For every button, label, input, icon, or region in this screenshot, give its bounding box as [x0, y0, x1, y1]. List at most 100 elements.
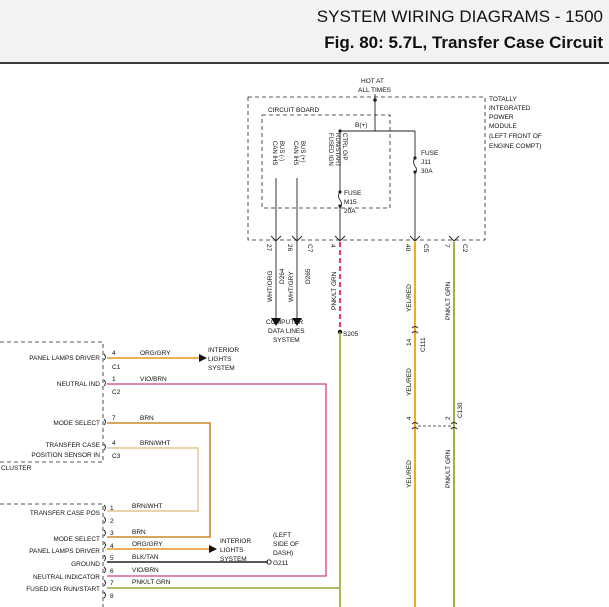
pin-number: 4 — [112, 350, 116, 357]
wire-color-label: WHT/GRY — [288, 271, 295, 302]
tipm-label-line: MODULE — [489, 123, 517, 130]
wire-color-label: WHT/ORG — [267, 271, 274, 302]
b-plus-node — [373, 98, 377, 102]
connector-id: C1 — [112, 364, 121, 371]
wire-color-label: BRN/WHT — [132, 503, 162, 510]
fused-ign-label: CTRL O/P — [341, 133, 347, 160]
tipm-label-line: (LEFT FRONT OF — [489, 133, 542, 140]
fuse-m15-id: M15 — [344, 199, 357, 206]
pin-number: 6 — [110, 568, 114, 575]
switch-pin-name: TRANSFER CASE POS — [30, 510, 101, 517]
cluster-pin-name: TRANSFER CASE — [45, 442, 100, 449]
switch-connectors — [103, 504, 106, 599]
can-bus-wires: WHT/ORG D264 WHT/GRY D265 COMPUTER DATA … — [266, 241, 312, 344]
switch-pin-name: GROUND — [71, 561, 100, 568]
wire-color-label: YEL/RED — [406, 284, 413, 312]
ground-note: SIDE OF — [273, 541, 299, 548]
tipm-module: CIRCUIT BOARD B(+) HOT AT ALL TIMES TOTA… — [247, 78, 542, 253]
wire-color-label: ORG/GRY — [140, 350, 171, 357]
pin-number: 7 — [110, 580, 114, 587]
pin-number: 26 — [286, 244, 293, 252]
pin-number: 27 — [265, 244, 272, 252]
wire-color-label: YEL/RED — [406, 368, 413, 396]
ground-note: (LEFT — [273, 532, 291, 539]
circuit-board-label: CIRCUIT BOARD — [268, 107, 319, 114]
connector-id: C5 — [422, 244, 429, 253]
arrow-interior-lights-switch — [209, 545, 217, 553]
wire-color-label: PNK/LT GRN — [331, 271, 338, 310]
fused-ign-label: RUN/START — [334, 133, 340, 167]
can-minus-label: BUS (-) — [278, 141, 284, 161]
pin-number: 8 — [110, 593, 114, 600]
pin-number: 2 — [110, 518, 114, 525]
switch-pin-name: NEUTRAL INDICATOR — [33, 574, 100, 581]
pin-number: 40 — [404, 244, 411, 252]
hot-at-label: HOT AT — [361, 78, 384, 85]
connector-id: C2 — [461, 244, 468, 253]
transfer-case-switch: TRANSFER CASE POS MODE SELECT PANEL LAMP… — [0, 503, 340, 607]
interior-lights-label: INTERIOR — [220, 538, 251, 545]
tipm-label-line: TOTALLY — [489, 96, 517, 103]
tipm-description: TOTALLY INTEGRATED POWER MODULE (LEFT FR… — [489, 96, 542, 150]
switch-pin-name: PANEL LAMPS DRIVER — [29, 548, 100, 555]
circuit-id-label: D265 — [305, 268, 312, 284]
pin-number: 3 — [110, 530, 114, 537]
computer-data-lines-label: COMPUTER — [266, 319, 304, 326]
cluster-connectors — [103, 353, 106, 451]
all-times-label: ALL TIMES — [358, 87, 392, 94]
wire-color-label: VIO/BRN — [140, 376, 167, 383]
wire-color-label: BRN/WHT — [140, 440, 170, 447]
pin-number: 14 — [406, 338, 413, 346]
pin-number: 1 — [110, 505, 114, 512]
fuse-j11-rating: 30A — [421, 168, 433, 175]
circuit-board-outline — [261, 114, 391, 209]
fuse-j11-label: FUSE — [421, 150, 439, 157]
pin-number: 2 — [445, 416, 452, 420]
tipm-label-line: ENGINE COMPT) — [489, 143, 541, 150]
wire-color-label: VIO/BRN — [132, 567, 159, 574]
fused-ign-label: FUSED IGN — [327, 133, 333, 166]
pnk-lt-grn-c2-wire: PNK/LT GRN PNK/LT GRN 2 C130 — [445, 242, 464, 607]
cluster-pin-name: MODE SELECT — [53, 420, 100, 427]
fused-ign-wire: S205 PNK/LT GRN — [331, 242, 359, 607]
splice-label: S205 — [343, 331, 359, 338]
pin-number: 1 — [112, 376, 116, 383]
computer-data-lines-label: DATA LINES — [268, 328, 305, 335]
wiring-diagram: CIRCUIT BOARD B(+) HOT AT ALL TIMES TOTA… — [0, 78, 542, 607]
interior-lights-label: SYSTEM — [208, 365, 235, 372]
can-plus-label: BUS (+) — [299, 141, 305, 163]
wire-color-label: BRN — [140, 415, 154, 422]
tipm-label-line: POWER — [489, 114, 514, 121]
pin-number: 7 — [443, 244, 450, 248]
fuse-m15-top — [338, 190, 342, 194]
circuit-id-label: D264 — [279, 268, 286, 284]
arrow-interior-lights — [199, 354, 207, 362]
cluster-label: CLUSTER — [1, 465, 32, 472]
wire-color-label: ORG/GRY — [132, 541, 163, 548]
interior-lights-label: LIGHTS — [208, 356, 232, 363]
can-minus-label: CAN IHS — [271, 141, 277, 165]
cluster-pin-name: PANEL LAMPS DRIVER — [29, 355, 100, 362]
tipm-label-line: INTEGRATED — [489, 105, 531, 112]
wire-brn-wht — [107, 447, 199, 512]
pin-number: 4 — [329, 244, 336, 248]
switch-pin-name: MODE SELECT — [53, 536, 100, 543]
tipm-outline — [247, 96, 486, 241]
wire-color-label: BLK/TAN — [132, 554, 159, 561]
fuse-j11-top — [413, 156, 417, 160]
computer-data-lines-label: SYSTEM — [273, 337, 300, 344]
connector-id: C7 — [306, 244, 313, 253]
connector-id: C2 — [112, 389, 121, 396]
interior-lights-label: INTERIOR — [208, 347, 239, 354]
connector-id: C111 — [420, 337, 427, 352]
ground-note: DASH) — [273, 550, 293, 557]
switch-pin-name: FUSED IGN RUN/START — [26, 586, 100, 593]
cluster-pin-name: POSITION SENSOR IN — [31, 452, 100, 459]
connector-id: C3 — [112, 453, 121, 460]
fuse-m15-label: FUSE — [344, 190, 362, 197]
pin-number: 4 — [406, 416, 413, 420]
fuse-j11-id: J11 — [421, 159, 431, 166]
pin-number: 5 — [110, 555, 114, 562]
connector-id: C130 — [457, 402, 464, 418]
b-plus-label: B(+) — [355, 122, 367, 129]
